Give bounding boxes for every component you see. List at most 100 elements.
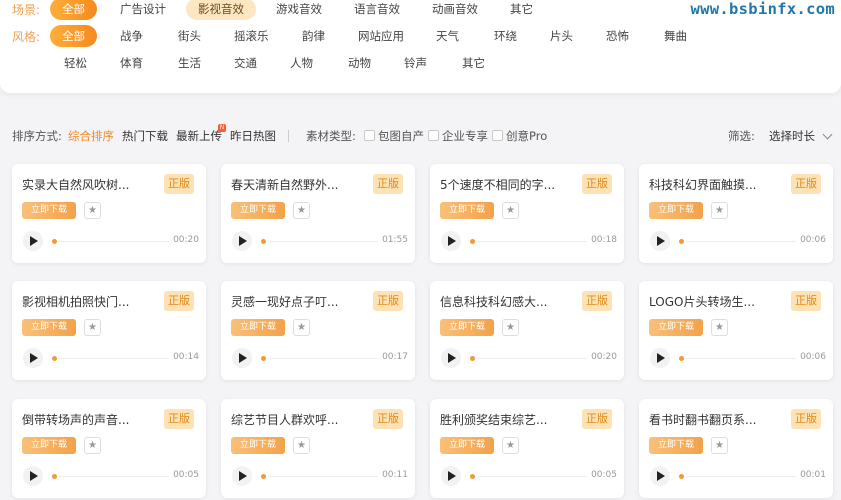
sound-card[interactable]: 春天清新自然野外... 正版 立即下载 ★ 01:55 [221, 164, 415, 263]
progress-track[interactable] [268, 358, 378, 359]
material-option-own[interactable]: 包图自产 [378, 128, 424, 144]
scene-option-other[interactable]: 其它 [498, 0, 545, 20]
style-option[interactable]: 片头 [538, 25, 585, 47]
play-icon[interactable] [441, 466, 461, 486]
sound-title[interactable]: 春天清新自然野外... [231, 176, 338, 193]
star-icon[interactable]: ★ [293, 202, 310, 219]
play-icon[interactable] [23, 348, 43, 368]
scene-option-film[interactable]: 影视音效 [186, 0, 256, 20]
sound-title[interactable]: 倒带转场声的声音... [22, 411, 129, 428]
download-button[interactable]: 立即下载 [231, 437, 285, 454]
progress-track[interactable] [477, 476, 587, 477]
sort-option-comprehensive[interactable]: 综合排序 [68, 128, 114, 144]
play-icon[interactable] [23, 466, 43, 486]
progress-track[interactable] [268, 476, 378, 477]
play-icon[interactable] [441, 348, 461, 368]
style-option[interactable]: 交通 [222, 52, 269, 74]
download-button[interactable]: 立即下载 [649, 319, 703, 336]
style-option[interactable]: 动物 [336, 52, 383, 74]
star-icon[interactable]: ★ [84, 437, 101, 454]
play-icon[interactable] [441, 231, 461, 251]
style-option-all[interactable]: 全部 [50, 25, 97, 47]
sound-card[interactable]: 实录大自然风吹树... 正版 立即下载 ★ 00:20 [12, 164, 206, 263]
scene-option-all[interactable]: 全部 [50, 0, 97, 20]
play-icon[interactable] [232, 348, 252, 368]
download-button[interactable]: 立即下载 [440, 319, 494, 336]
sort-option-popular[interactable]: 热门下载 [122, 128, 168, 144]
progress-track[interactable] [477, 358, 587, 359]
download-button[interactable]: 立即下载 [649, 437, 703, 454]
progress-handle[interactable] [261, 356, 266, 361]
progress-handle[interactable] [52, 474, 57, 479]
style-option[interactable]: 韵律 [290, 25, 337, 47]
sound-title[interactable]: 胜利颁奖结束综艺... [440, 411, 547, 428]
style-option[interactable]: 轻松 [52, 52, 99, 74]
sort-option-yesterday[interactable]: 昨日热图 [230, 128, 276, 144]
sound-card[interactable]: LOGO片头转场生... 正版 立即下载 ★ 00:06 [639, 281, 833, 380]
sound-title[interactable]: 看书时翻书翻页系... [649, 411, 756, 428]
progress-handle[interactable] [52, 356, 57, 361]
style-option[interactable]: 街头 [166, 25, 213, 47]
download-button[interactable]: 立即下载 [440, 202, 494, 219]
download-button[interactable]: 立即下载 [22, 437, 76, 454]
style-option[interactable]: 铃声 [392, 52, 439, 74]
sound-card[interactable]: 信息科技科幻感大... 正版 立即下载 ★ 00:20 [430, 281, 624, 380]
material-option-enterprise[interactable]: 企业专享 [442, 128, 488, 144]
progress-track[interactable] [686, 358, 796, 359]
sound-card[interactable]: 5个速度不相同的字... 正版 立即下载 ★ 00:18 [430, 164, 624, 263]
play-icon[interactable] [232, 466, 252, 486]
progress-track[interactable] [59, 476, 169, 477]
chevron-down-icon[interactable] [822, 129, 833, 140]
sound-title[interactable]: 综艺节目人群欢呼... [231, 411, 338, 428]
star-icon[interactable]: ★ [84, 202, 101, 219]
style-option[interactable]: 体育 [108, 52, 155, 74]
style-option[interactable]: 天气 [424, 25, 471, 47]
scene-option-ad[interactable]: 广告设计 [108, 0, 178, 20]
progress-handle[interactable] [261, 239, 266, 244]
sort-option-newest[interactable]: 最新上传 [176, 128, 222, 144]
star-icon[interactable]: ★ [502, 202, 519, 219]
progress-handle[interactable] [52, 239, 57, 244]
play-icon[interactable] [650, 348, 670, 368]
progress-track[interactable] [59, 241, 169, 242]
style-option[interactable]: 恐怖 [594, 25, 641, 47]
download-button[interactable]: 立即下载 [440, 437, 494, 454]
sound-title[interactable]: 影视相机拍照快门... [22, 293, 129, 310]
style-option[interactable]: 环绕 [482, 25, 529, 47]
star-icon[interactable]: ★ [502, 437, 519, 454]
sound-title[interactable]: 灵感一现好点子叮... [231, 293, 338, 310]
progress-handle[interactable] [679, 239, 684, 244]
download-button[interactable]: 立即下载 [649, 202, 703, 219]
duration-select[interactable]: 选择时长 [769, 128, 815, 144]
download-button[interactable]: 立即下载 [22, 319, 76, 336]
checkbox-pro[interactable] [492, 130, 503, 141]
sound-card[interactable]: 看书时翻书翻页系... 正版 立即下载 ★ 00:01 [639, 399, 833, 498]
sound-card[interactable]: 倒带转场声的声音... 正版 立即下载 ★ 00:05 [12, 399, 206, 498]
progress-track[interactable] [268, 241, 378, 242]
style-option[interactable]: 摇滚乐 [222, 25, 281, 47]
progress-handle[interactable] [679, 474, 684, 479]
sound-card[interactable]: 综艺节目人群欢呼... 正版 立即下载 ★ 00:11 [221, 399, 415, 498]
sound-title[interactable]: 5个速度不相同的字... [440, 176, 555, 193]
progress-track[interactable] [59, 358, 169, 359]
scene-option-game[interactable]: 游戏音效 [264, 0, 334, 20]
progress-track[interactable] [686, 241, 796, 242]
download-button[interactable]: 立即下载 [231, 202, 285, 219]
progress-handle[interactable] [470, 356, 475, 361]
progress-handle[interactable] [261, 474, 266, 479]
material-option-pro[interactable]: 创意Pro [506, 128, 547, 144]
progress-track[interactable] [686, 476, 796, 477]
progress-handle[interactable] [679, 356, 684, 361]
checkbox-own[interactable] [364, 130, 375, 141]
progress-handle[interactable] [470, 239, 475, 244]
sound-title[interactable]: LOGO片头转场生... [649, 293, 755, 310]
star-icon[interactable]: ★ [293, 319, 310, 336]
sound-card[interactable]: 科技科幻界面触摸... 正版 立即下载 ★ 00:06 [639, 164, 833, 263]
style-option[interactable]: 网站应用 [346, 25, 416, 47]
sound-card[interactable]: 胜利颁奖结束综艺... 正版 立即下载 ★ 00:05 [430, 399, 624, 498]
sound-title[interactable]: 科技科幻界面触摸... [649, 176, 756, 193]
star-icon[interactable]: ★ [293, 437, 310, 454]
star-icon[interactable]: ★ [711, 437, 728, 454]
sound-card[interactable]: 影视相机拍照快门... 正版 立即下载 ★ 00:14 [12, 281, 206, 380]
progress-track[interactable] [477, 241, 587, 242]
